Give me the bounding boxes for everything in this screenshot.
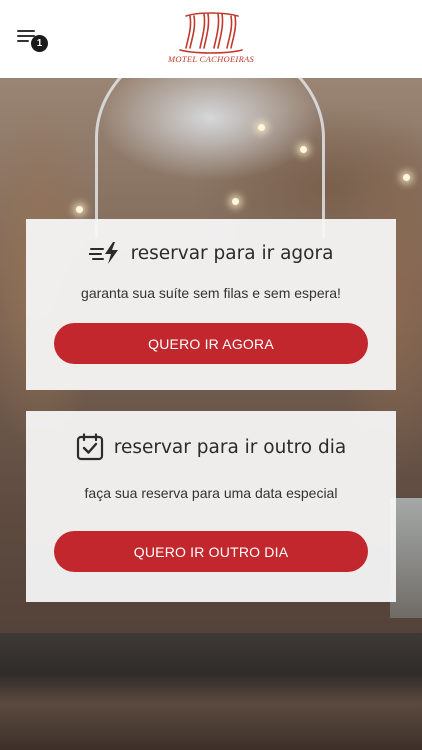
card-title: reservar para ir agora	[130, 242, 334, 264]
waterfall-logo-icon	[179, 12, 243, 54]
ceiling-light	[76, 206, 83, 213]
card-title-row: reservar para ir agora	[26, 241, 396, 265]
ceiling-light	[258, 124, 265, 131]
app-header: 1 MOTEL CACHOEIRAS	[0, 0, 422, 78]
ceiling-light	[232, 198, 239, 205]
ceiling-light	[403, 174, 410, 181]
reserve-other-day-card: reservar para ir outro dia faça sua rese…	[26, 411, 396, 602]
calendar-check-icon	[76, 433, 104, 461]
reserve-now-card: reservar para ir agora garanta sua suíte…	[26, 219, 396, 390]
lightning-speed-icon	[88, 241, 121, 265]
card-subtitle: garanta sua suíte sem filas e sem espera…	[81, 285, 341, 301]
card-title-row: reservar para ir outro dia	[26, 433, 396, 461]
hamburger-menu-icon	[17, 30, 35, 32]
quero-ir-agora-button[interactable]: QUERO IR AGORA	[54, 323, 368, 364]
menu-button[interactable]: 1	[17, 30, 49, 54]
ceiling-light	[300, 146, 307, 153]
card-subtitle: faça sua reserva para uma data especial	[84, 485, 338, 501]
quero-ir-outro-dia-button[interactable]: QUERO IR OUTRO DIA	[54, 531, 368, 572]
logo-text: MOTEL CACHOEIRAS	[168, 54, 255, 64]
background-floor	[0, 633, 422, 750]
notification-badge: 1	[31, 35, 48, 52]
motel-logo[interactable]: MOTEL CACHOEIRAS	[168, 10, 254, 68]
hamburger-menu-icon-bar	[17, 35, 35, 37]
card-title: reservar para ir outro dia	[113, 436, 347, 458]
hamburger-menu-icon-bar	[17, 40, 29, 42]
background-arch	[95, 78, 325, 238]
